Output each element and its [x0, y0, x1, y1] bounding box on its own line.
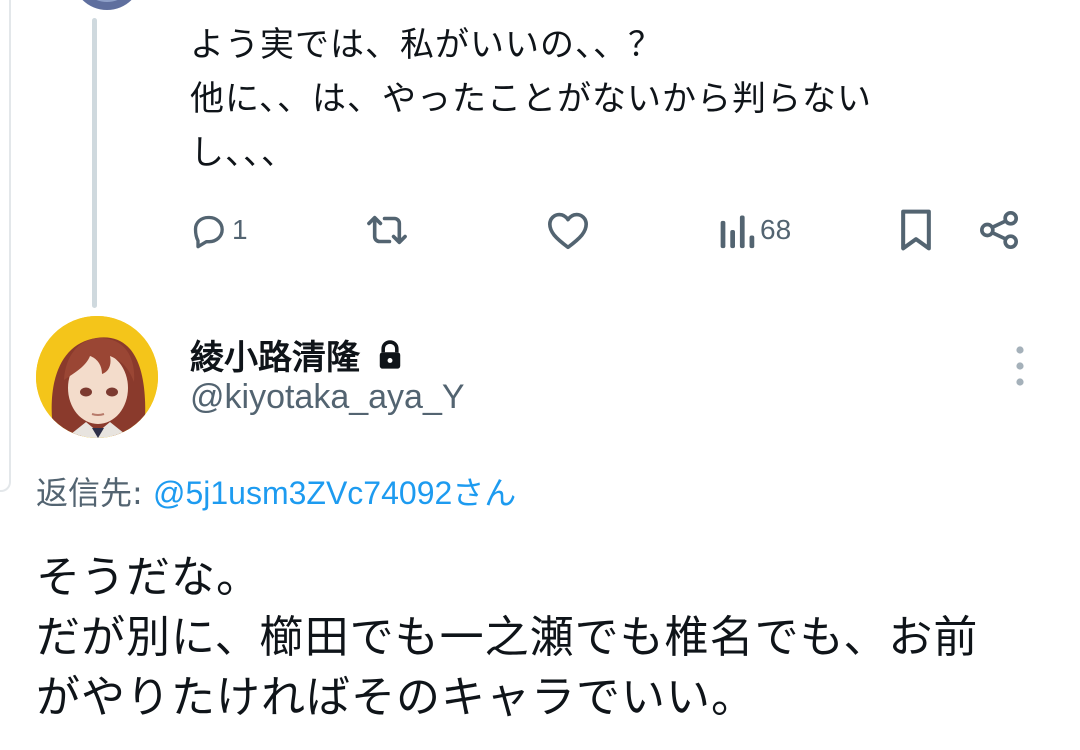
- parent-tweet-line: 他に、、は、やったことがないから判らない: [190, 79, 872, 119]
- reply-tweet-line: そうだな。: [36, 552, 261, 603]
- more-vertical-icon[interactable]: [1008, 344, 1032, 388]
- display-name-text: 綾小路清隆: [190, 338, 360, 378]
- views-button[interactable]: 68: [718, 200, 791, 260]
- reply-count: 1: [232, 214, 248, 245]
- replying-to-label: 返信先:: [36, 474, 153, 512]
- replying-to: 返信先: @5j1usm3ZVc74092さん: [36, 468, 516, 514]
- avatar[interactable]: [36, 316, 158, 438]
- bookmark-icon: [901, 209, 931, 251]
- parent-tweet-line: よう実では、私がいいの、、？: [190, 25, 663, 65]
- tweet-thread: よう実では、私がいいの、、？ 他に、、は、やったことがないから判らない し、、、…: [0, 0, 1080, 750]
- replying-to-mention[interactable]: @5j1usm3ZVc74092さん: [153, 475, 516, 511]
- display-name[interactable]: 綾小路清隆: [190, 330, 404, 379]
- views-count: 68: [760, 214, 792, 245]
- views-icon: [720, 215, 755, 249]
- heart-icon: [547, 212, 588, 250]
- reply-button[interactable]: 1: [188, 200, 248, 260]
- share-button[interactable]: [976, 200, 1022, 260]
- parent-tweet-action-bar: 1 68: [0, 200, 1080, 260]
- retweet-button[interactable]: [364, 200, 414, 260]
- thread-connector-line: [92, 18, 97, 308]
- parent-avatar[interactable]: [72, 0, 142, 10]
- share-icon: [980, 211, 1019, 249]
- parent-tweet-line: し、、、: [190, 133, 296, 173]
- reply-tweet-line: がやりたければそのキャラでいい。: [36, 672, 756, 723]
- avatar-image: [36, 316, 158, 438]
- retweet-icon: [367, 215, 407, 245]
- lock-icon: [379, 339, 401, 369]
- bookmark-button[interactable]: [898, 200, 934, 260]
- reply-tweet-text: そうだな。 だが別に、櫛田でも一之瀬でも椎名でも、お前 がやりたければそのキャラ…: [36, 548, 1066, 728]
- like-button[interactable]: [546, 200, 594, 260]
- reply-icon: [193, 215, 224, 249]
- parent-tweet-text: よう実では、私がいいの、、？ 他に、、は、やったことがないから判らない し、、、: [190, 18, 990, 180]
- user-handle[interactable]: @kiyotaka_aya_Y: [190, 378, 465, 417]
- reply-tweet-line: だが別に、櫛田でも一之瀬でも椎名でも、お前: [36, 612, 979, 663]
